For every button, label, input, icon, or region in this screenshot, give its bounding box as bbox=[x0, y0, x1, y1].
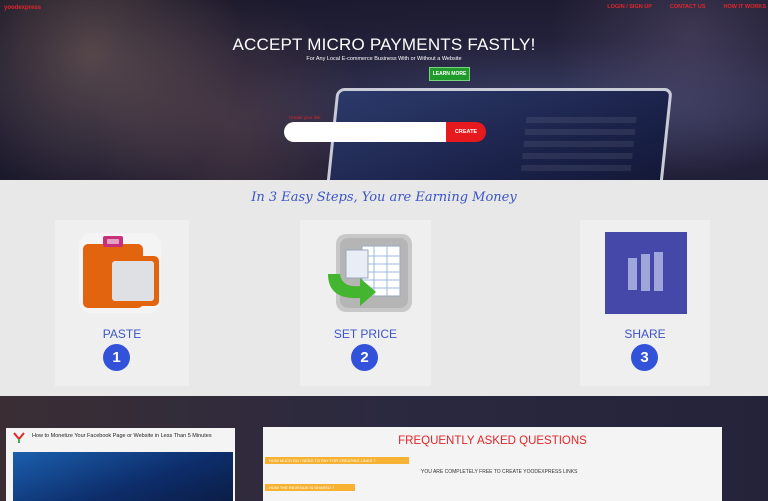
faq-title: FREQUENTLY ASKED QUESTIONS bbox=[398, 435, 587, 447]
video-card: How to Monetize Your Facebook Page or We… bbox=[6, 428, 235, 501]
hero-section: yoodexpress LOGIN / SIGN UP CONTACT US H… bbox=[0, 0, 768, 180]
step-number-2: 2 bbox=[351, 344, 378, 371]
share-bars-icon bbox=[605, 232, 687, 319]
faq-question-1[interactable]: HOW MUCH DO I NEED TO PAY FOR CREATING L… bbox=[265, 457, 409, 464]
bottom-section: How to Monetize Your Facebook Page or We… bbox=[0, 396, 768, 501]
video-thumbnail[interactable] bbox=[13, 452, 233, 501]
nav-login-signup[interactable]: LOGIN / SIGN UP bbox=[607, 4, 652, 10]
step-card-share: SHARE 3 bbox=[580, 220, 710, 386]
step-card-set-price: SET PRICE 2 bbox=[300, 220, 431, 386]
faq-question-2[interactable]: HOW THE REVENUE IS SHARED ? bbox=[265, 484, 355, 491]
create-button[interactable]: CREATE bbox=[446, 122, 486, 142]
step-label-set-price: SET PRICE bbox=[333, 327, 398, 341]
step-label-paste: PASTE bbox=[102, 327, 142, 341]
brand-logo[interactable]: yoodexpress bbox=[4, 5, 41, 11]
learn-more-button[interactable]: LEARN MORE bbox=[429, 67, 470, 81]
link-input-label: Create your link bbox=[289, 115, 321, 120]
spreadsheet-icon bbox=[320, 230, 414, 323]
step-number-1: 1 bbox=[103, 344, 130, 371]
hero-title: ACCEPT MICRO PAYMENTS FASTLY! bbox=[232, 35, 536, 54]
step-number-3: 3 bbox=[631, 344, 658, 371]
link-input[interactable] bbox=[284, 122, 446, 142]
video-title[interactable]: How to Monetize Your Facebook Page or We… bbox=[32, 433, 212, 439]
clipboard-icon bbox=[77, 230, 163, 319]
faq-answer-1: YOU ARE COMPLETELY FREE TO CREATE YOODEX… bbox=[421, 469, 578, 475]
channel-logo-icon bbox=[13, 431, 25, 443]
nav-how-it-works[interactable]: HOW IT WORKS bbox=[724, 4, 766, 10]
nav-contact-us[interactable]: CONTACT US bbox=[670, 4, 706, 10]
steps-heading: In 3 Easy Steps, You are Earning Money bbox=[251, 190, 517, 205]
step-card-paste: PASTE 1 bbox=[55, 220, 189, 386]
top-nav: LOGIN / SIGN UP CONTACT US HOW IT WORKS bbox=[607, 4, 766, 10]
hero-subtitle: For Any Local E-commerce Business With o… bbox=[306, 56, 462, 62]
step-label-share: SHARE bbox=[624, 327, 666, 341]
faq-card: FREQUENTLY ASKED QUESTIONS HOW MUCH DO I… bbox=[263, 427, 722, 501]
steps-section: In 3 Easy Steps, You are Earning Money P… bbox=[0, 180, 768, 396]
